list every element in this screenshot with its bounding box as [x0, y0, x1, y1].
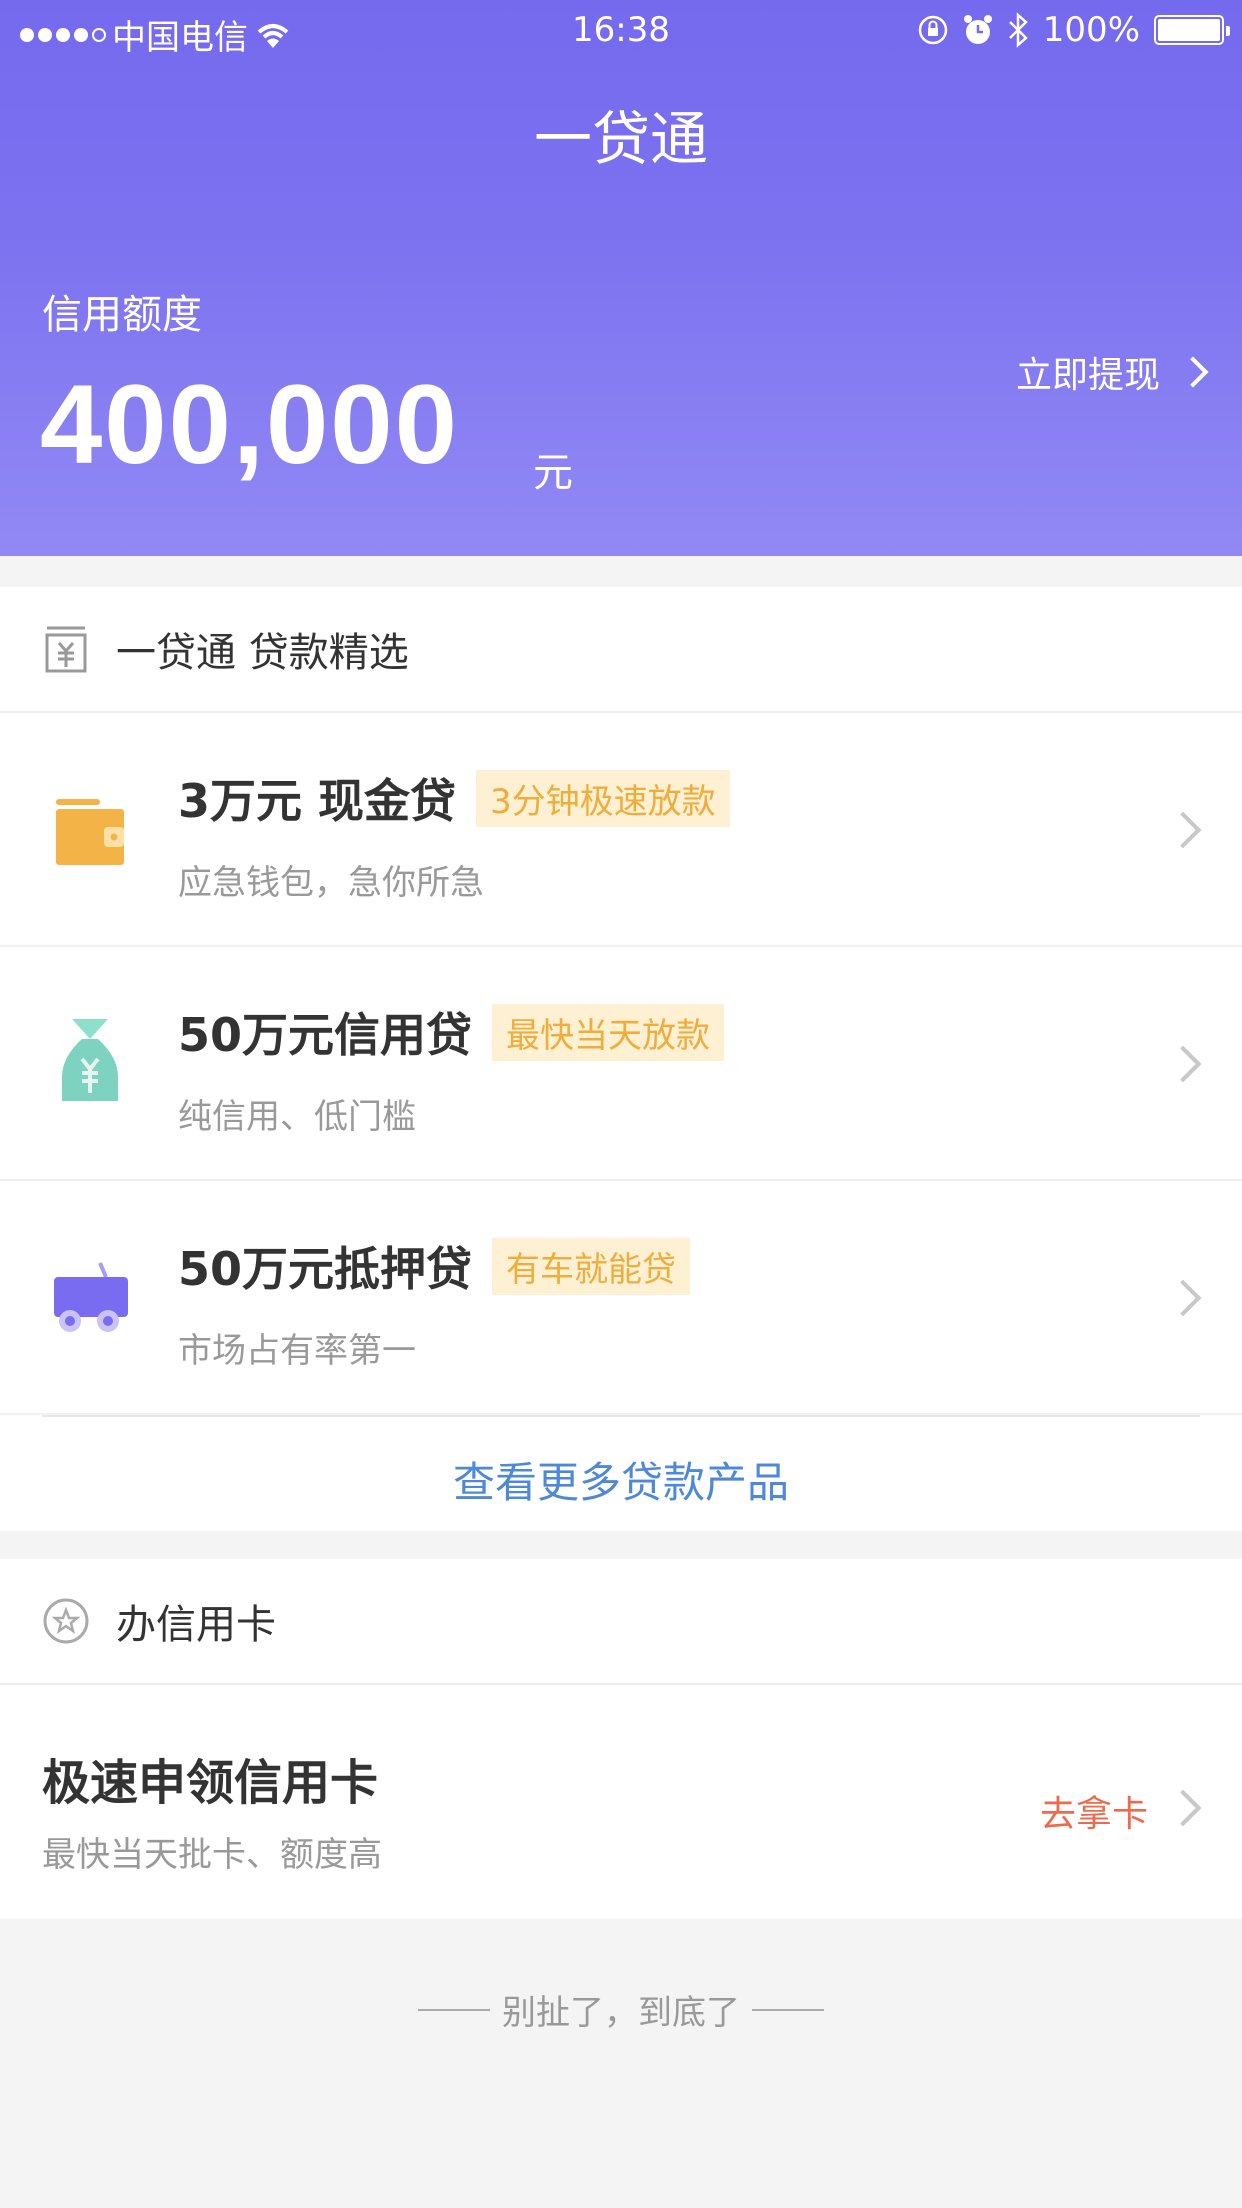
- loan-item-credit[interactable]: 50万元信用贷 最快当天放款 纯信用、低门槛: [0, 947, 1242, 1181]
- loan-name: 50万元信用贷: [178, 1008, 473, 1062]
- end-of-list-note: 别扯了，到底了: [0, 1985, 1242, 2034]
- battery-percent: 100%: [1042, 10, 1140, 50]
- loan-section: 一贷通 贷款精选 3万元 现金贷 3分钟极速放款 应急钱包，急你所急 50万元信…: [0, 587, 1242, 1531]
- get-card-button[interactable]: 去拿卡: [1040, 1785, 1148, 1837]
- chevron-right-icon: [1177, 356, 1209, 388]
- loan-badge: 3分钟极速放款: [476, 769, 730, 827]
- more-loans-link[interactable]: 查看更多贷款产品: [0, 1449, 1242, 1510]
- withdraw-button[interactable]: 立即提现: [1015, 346, 1209, 398]
- divider: [752, 2008, 824, 2011]
- credit-limit-amount: 400,000: [40, 362, 459, 487]
- header: 中国电信 16:38 100% 一贷通 信用额度 400,000 元 立即提现: [0, 0, 1242, 556]
- loan-subtitle: 纯信用、低门槛: [178, 1097, 416, 1137]
- chevron-right-icon: [1164, 1045, 1202, 1083]
- loan-item-mortgage[interactable]: 50万元抵押贷 有车就能贷 市场占有率第一: [0, 1181, 1242, 1415]
- loan-name: 3万元 现金贷: [178, 774, 457, 828]
- credit-card-title: 极速申领信用卡: [42, 1755, 379, 1811]
- alarm-icon: [963, 15, 992, 44]
- loan-subtitle: 市场占有率第一: [178, 1331, 416, 1371]
- divider: [418, 2008, 490, 2011]
- end-of-list-text: 别扯了，到底了: [502, 1993, 740, 2033]
- chevron-right-icon: [1164, 1279, 1202, 1317]
- divider: [42, 1415, 1200, 1417]
- credit-card-section-header: 办信用卡: [0, 1559, 1242, 1685]
- loan-badge: 有车就能贷: [492, 1237, 691, 1295]
- credit-card-subtitle: 最快当天批卡、额度高: [42, 1835, 382, 1875]
- more-loans-container: 查看更多贷款产品: [0, 1415, 1242, 1531]
- loan-section-title: 一贷通 贷款精选: [116, 630, 409, 676]
- withdraw-label: 立即提现: [1015, 355, 1160, 396]
- rotation-lock-icon: [918, 15, 948, 45]
- loan-name: 50万元抵押贷: [178, 1242, 473, 1296]
- credit-card-section: 办信用卡 极速申领信用卡 最快当天批卡、额度高 去拿卡: [0, 1559, 1242, 1919]
- star-badge-icon: [43, 1598, 89, 1644]
- yuan-receipt-icon: [45, 626, 87, 673]
- loan-item-cash[interactable]: 3万元 现金贷 3分钟极速放款 应急钱包，急你所急: [0, 713, 1242, 947]
- loan-subtitle: 应急钱包，急你所急: [178, 863, 484, 903]
- credit-limit-unit: 元: [533, 450, 573, 496]
- bluetooth-icon: [1008, 12, 1028, 48]
- money-bag-icon: [62, 1019, 118, 1101]
- page-title: 一贷通: [533, 105, 708, 173]
- battery-icon: [1154, 15, 1230, 45]
- wallet-icon: [56, 799, 124, 865]
- status-bar: 中国电信 16:38 100%: [0, 0, 1242, 62]
- loan-badge: 最快当天放款: [492, 1003, 725, 1061]
- chevron-right-icon: [1164, 811, 1202, 849]
- credit-limit-label: 信用额度: [42, 292, 202, 338]
- loan-section-header: 一贷通 贷款精选: [0, 587, 1242, 713]
- credit-card-item[interactable]: 极速申领信用卡 最快当天批卡、额度高 去拿卡: [0, 1685, 1242, 1919]
- car-icon: [54, 1262, 128, 1332]
- chevron-right-icon: [1164, 1789, 1202, 1827]
- credit-card-section-title: 办信用卡: [116, 1602, 276, 1648]
